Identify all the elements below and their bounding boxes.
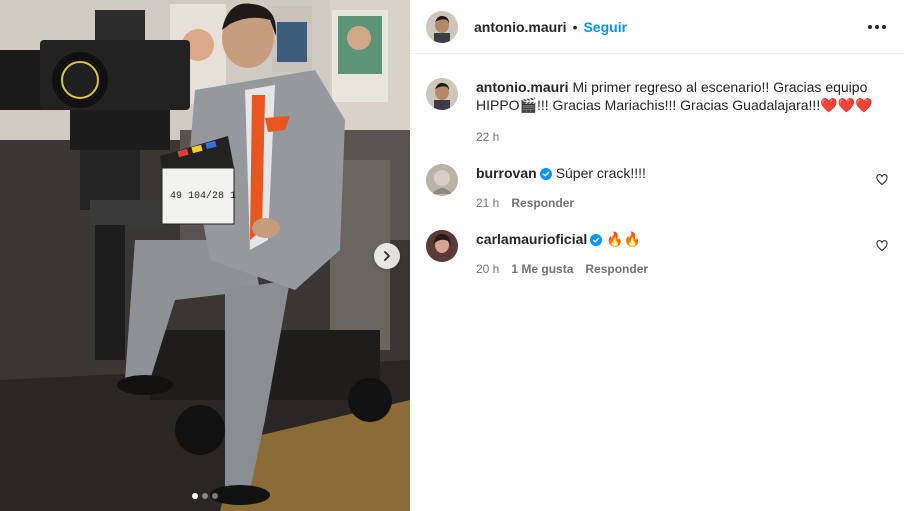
post-photo: 49 104/28 1 bbox=[0, 0, 410, 511]
comments-list: antonio.mauri Mi primer regreso al escen… bbox=[410, 54, 904, 276]
comment-item: burrovan Súper crack!!!! 21 h Responder bbox=[426, 164, 888, 210]
avatar-image bbox=[426, 230, 458, 262]
comment-likes[interactable]: 1 Me gusta bbox=[511, 262, 573, 276]
comment-item: carlamaurioficial 🔥🔥 20 h 1 Me gusta Resp… bbox=[426, 230, 888, 276]
like-comment-button[interactable] bbox=[876, 173, 888, 191]
chevron-right-icon bbox=[384, 251, 390, 261]
heart-outline-icon bbox=[876, 240, 888, 252]
follow-button[interactable]: Seguir bbox=[583, 19, 627, 35]
verified-badge-icon bbox=[539, 168, 552, 180]
carousel-indicator bbox=[0, 493, 410, 499]
post-header: antonio.mauri • Seguir bbox=[410, 0, 904, 54]
carousel-dot-active bbox=[192, 493, 198, 499]
comment-text: 🔥🔥 bbox=[606, 231, 642, 247]
caption-username[interactable]: antonio.mauri bbox=[476, 79, 569, 95]
avatar-image bbox=[426, 164, 458, 196]
comment-username[interactable]: burrovan bbox=[476, 165, 537, 181]
post-image[interactable]: 49 104/28 1 bbox=[0, 0, 410, 511]
carousel-dot bbox=[202, 493, 208, 499]
caption-hearts: ❤️❤️❤️ bbox=[820, 97, 873, 113]
caption-avatar[interactable] bbox=[426, 78, 458, 110]
comment-username[interactable]: carlamaurioficial bbox=[476, 231, 587, 247]
more-options-icon[interactable] bbox=[866, 19, 888, 35]
comment-text: Súper crack!!!! bbox=[555, 165, 646, 181]
avatar-image bbox=[426, 78, 458, 110]
commenter-avatar[interactable] bbox=[426, 230, 458, 262]
reply-button[interactable]: Responder bbox=[511, 196, 574, 210]
caption-time[interactable]: 22 h bbox=[476, 130, 499, 144]
heart-outline-icon bbox=[876, 174, 888, 186]
commenter-avatar[interactable] bbox=[426, 164, 458, 196]
carousel-dot bbox=[212, 493, 218, 499]
like-comment-button[interactable] bbox=[876, 239, 888, 257]
clapper-text: 49 104/28 1 bbox=[170, 190, 236, 202]
verified-badge-icon bbox=[590, 234, 603, 246]
caption: antonio.mauri Mi primer regreso al escen… bbox=[426, 78, 888, 144]
avatar-image bbox=[426, 10, 458, 43]
reply-button[interactable]: Responder bbox=[585, 262, 648, 276]
comment-time[interactable]: 21 h bbox=[476, 196, 499, 210]
author-username[interactable]: antonio.mauri bbox=[474, 19, 567, 35]
next-image-button[interactable] bbox=[374, 243, 400, 269]
comment-time[interactable]: 20 h bbox=[476, 262, 499, 276]
author-avatar[interactable] bbox=[426, 10, 458, 43]
separator-dot: • bbox=[572, 18, 578, 35]
post-side-panel: antonio.mauri • Seguir antonio.mauri Mi … bbox=[410, 0, 904, 511]
